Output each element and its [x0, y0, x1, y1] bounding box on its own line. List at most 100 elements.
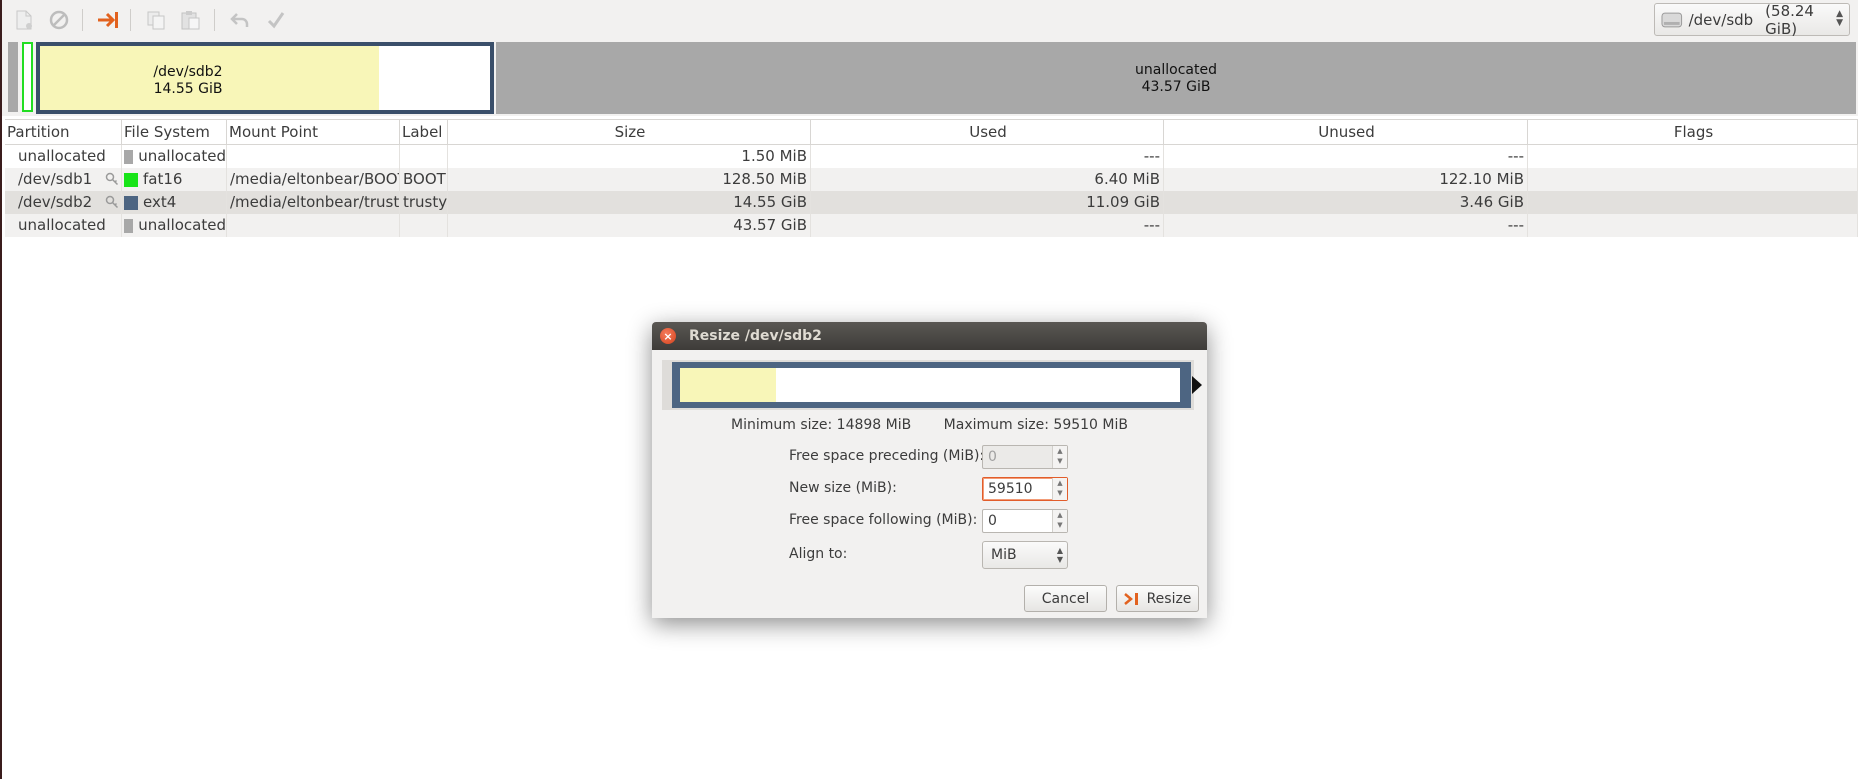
new-partition-button[interactable]: [10, 6, 38, 34]
resize-move-icon: [98, 12, 118, 28]
cell-unused: ---: [1164, 145, 1528, 168]
cell-mountpoint: /media/eltonbear/trusty: [227, 191, 400, 214]
cell-partition: unallocated: [5, 145, 122, 168]
resize-move-button[interactable]: [94, 6, 122, 34]
cell-flags: [1528, 168, 1858, 191]
toolbar: /dev/sdb (58.24 GiB) ▲ ▼: [2, 0, 1858, 41]
new-size-label: New size (MiB):: [789, 480, 897, 496]
table-row[interactable]: /dev/sdb1 fat16 /media/eltonbear/BOOT BO…: [5, 168, 1858, 191]
cell-label: [400, 145, 448, 168]
size-limits: Minimum size: 14898 MiB Maximum size: 59…: [652, 417, 1207, 433]
toolbar-separator: [82, 9, 83, 31]
column-header-label[interactable]: Label: [400, 120, 448, 144]
resize-button[interactable]: Resize: [1116, 585, 1199, 612]
new-size-value[interactable]: 59510: [988, 481, 1033, 497]
cell-flags: [1528, 145, 1858, 168]
toolbar-separator: [214, 9, 215, 31]
cell-size: 128.50 MiB: [448, 168, 811, 191]
spinner-arrows-icon[interactable]: ▲ ▼: [1052, 478, 1067, 500]
apply-button[interactable]: [262, 6, 290, 34]
map-unallocated[interactable]: unallocated 43.57 GiB: [496, 42, 1856, 114]
dialog-titlebar[interactable]: × Resize /dev/sdb2: [652, 322, 1207, 350]
free-following-spinner[interactable]: 0 ▲ ▼: [982, 509, 1068, 533]
cell-used: ---: [811, 214, 1164, 237]
close-icon[interactable]: ×: [660, 328, 676, 344]
cell-unused: ---: [1164, 214, 1528, 237]
new-size-spinner[interactable]: 59510 ▲ ▼: [982, 477, 1068, 501]
copy-button[interactable]: [142, 6, 170, 34]
map-unallocated-name: unallocated: [1135, 62, 1217, 78]
cell-partition: /dev/sdb1: [18, 170, 93, 188]
resize-handle-right[interactable]: [1192, 376, 1202, 394]
free-preceding-spinner: 0 ▲ ▼: [982, 445, 1068, 469]
map-partition-size: 14.55 GiB: [153, 81, 223, 97]
resize-move-icon: [1123, 592, 1138, 605]
table-header: Partition File System Mount Point Label …: [5, 119, 1858, 145]
cell-flags: [1528, 214, 1858, 237]
cancel-button[interactable]: Cancel: [1024, 585, 1107, 612]
column-header-size[interactable]: Size: [448, 120, 811, 144]
cell-used: ---: [811, 145, 1164, 168]
column-header-mountpoint[interactable]: Mount Point: [227, 120, 400, 144]
chevron-updown-icon: ▲ ▼: [1056, 546, 1063, 564]
map-partition-name: /dev/sdb2: [153, 64, 223, 80]
chevron-updown-icon: ▲ ▼: [1836, 9, 1843, 28]
fs-color-swatch: [124, 172, 138, 187]
align-value: MiB: [991, 547, 1017, 563]
fs-color-swatch: [124, 218, 134, 233]
table-row[interactable]: unallocated unallocated 1.50 MiB --- ---: [5, 145, 1858, 168]
cell-filesystem: unallocated: [138, 216, 226, 234]
min-size-text: Minimum size: 14898 MiB: [731, 417, 912, 433]
free-following-label: Free space following (MiB):: [789, 512, 978, 528]
table-row-selected[interactable]: /dev/sdb2 ext4 /media/eltonbear/trusty t…: [5, 191, 1858, 214]
cell-mountpoint: [227, 145, 400, 168]
max-size-text: Maximum size: 59510 MiB: [943, 417, 1128, 433]
new-document-icon: [16, 10, 32, 30]
column-header-unused[interactable]: Unused: [1164, 120, 1528, 144]
harddisk-icon: [1661, 12, 1683, 27]
align-select[interactable]: MiB ▲ ▼: [982, 541, 1068, 569]
undo-button[interactable]: [226, 6, 254, 34]
column-header-flags[interactable]: Flags: [1528, 120, 1858, 144]
cell-size: 43.57 GiB: [448, 214, 811, 237]
map-sdb2-selected[interactable]: /dev/sdb2 14.55 GiB: [36, 42, 494, 114]
spinner-arrows-icon[interactable]: ▲ ▼: [1052, 510, 1067, 532]
cell-label: trusty: [400, 191, 448, 214]
device-selector[interactable]: /dev/sdb (58.24 GiB) ▲ ▼: [1654, 2, 1850, 38]
cell-filesystem: unallocated: [138, 147, 226, 165]
partition-table: Partition File System Mount Point Label …: [5, 119, 1858, 237]
toolbar-separator: [130, 9, 131, 31]
fs-color-swatch: [124, 195, 138, 210]
window-edge: [0, 0, 2, 779]
spinner-arrows-icon: ▲ ▼: [1052, 446, 1067, 468]
cell-mountpoint: [227, 214, 400, 237]
cancel-label: Cancel: [1041, 590, 1090, 607]
delete-partition-button[interactable]: [45, 6, 73, 34]
paste-icon: [181, 11, 200, 30]
free-preceding-value: 0: [988, 449, 997, 465]
cell-unused: 122.10 MiB: [1164, 168, 1528, 191]
cell-unused: 3.46 GiB: [1164, 191, 1528, 214]
device-name: /dev/sdb: [1688, 10, 1754, 29]
delete-icon: [49, 10, 69, 30]
resize-dialog: × Resize /dev/sdb2 Minimum size: 14898 M…: [652, 322, 1207, 618]
free-preceding-label: Free space preceding (MiB):: [789, 448, 985, 464]
resize-bar[interactable]: [662, 360, 1202, 410]
paste-button[interactable]: [176, 6, 204, 34]
cell-mountpoint: /media/eltonbear/BOOT: [227, 168, 400, 191]
column-header-partition[interactable]: Partition: [5, 120, 122, 144]
table-row[interactable]: unallocated unallocated 43.57 GiB --- --…: [5, 214, 1858, 237]
column-header-filesystem[interactable]: File System: [122, 120, 227, 144]
cell-filesystem: ext4: [143, 193, 177, 211]
copy-icon: [147, 11, 165, 30]
cell-size: 1.50 MiB: [448, 145, 811, 168]
undo-icon: [230, 13, 249, 27]
partition-map: /dev/sdb2 14.55 GiB unallocated 43.57 Gi…: [2, 40, 1858, 116]
free-following-value[interactable]: 0: [988, 513, 997, 529]
column-header-used[interactable]: Used: [811, 120, 1164, 144]
cell-filesystem: fat16: [143, 170, 183, 188]
resize-label: Resize: [1146, 590, 1192, 607]
checkmark-icon: [267, 12, 285, 29]
dialog-title: Resize /dev/sdb2: [689, 328, 822, 344]
cell-partition: /dev/sdb2: [18, 193, 93, 211]
